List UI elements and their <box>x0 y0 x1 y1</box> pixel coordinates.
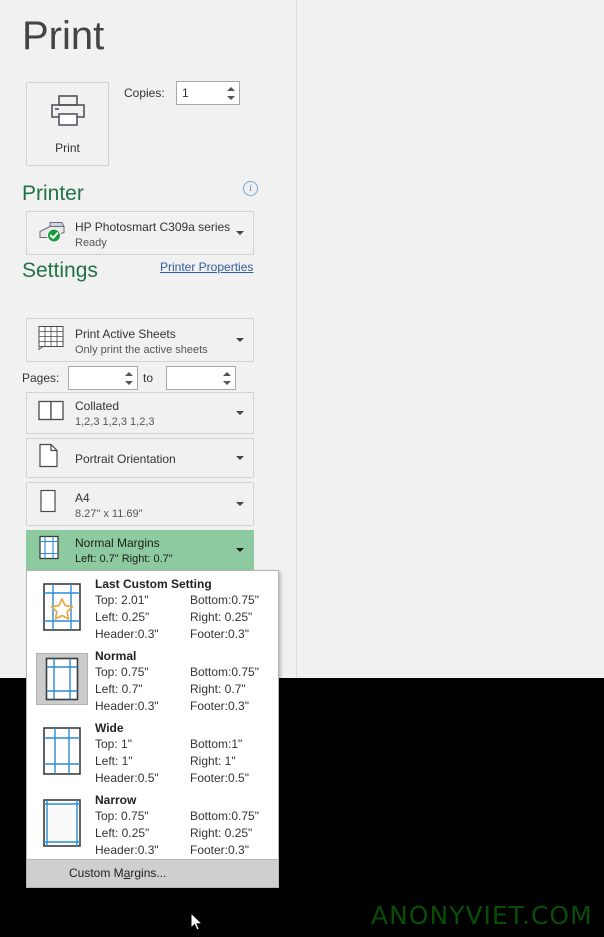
pages-from-stepper[interactable] <box>68 366 138 390</box>
margins-bottom: Bottom:0.75" <box>190 809 259 823</box>
margins-select[interactable]: Normal Margins Left: 0.7" Right: 0.7" <box>26 530 254 570</box>
page-title: Print <box>22 14 104 59</box>
chevron-down-icon <box>236 411 244 415</box>
collation-subtitle: 1,2,3 1,2,3 1,2,3 <box>75 416 155 428</box>
settings-section-heading: Settings <box>22 259 98 283</box>
margins-right: Right: 1" <box>190 754 236 768</box>
pages-to-increment[interactable] <box>221 369 232 378</box>
print-what-select[interactable]: Print Active Sheets Only print the activ… <box>26 318 254 362</box>
margins-preset-name: Narrow <box>95 793 136 807</box>
copies-decrement[interactable] <box>225 93 236 102</box>
copies-input[interactable] <box>180 83 224 103</box>
margins-star-icon <box>36 581 88 633</box>
watermark: ANONYVIET.COM <box>371 901 593 930</box>
sheet-grid-icon <box>37 325 65 356</box>
margins-wide-icon <box>36 725 88 777</box>
margins-top: Top: 2.01" <box>95 593 149 607</box>
margins-footer: Footer:0.3" <box>190 843 249 857</box>
collate-icon <box>37 399 67 428</box>
margins-menu-item[interactable]: Wide Top: 1" Bottom:1" Left: 1" Right: 1" Hea… <box>27 715 278 787</box>
portrait-page-icon <box>37 443 61 474</box>
custom-margins-label: Custom Margins... <box>69 866 166 880</box>
margins-left: Left: 1" <box>95 754 133 768</box>
margins-footer: Footer:0.3" <box>190 699 249 713</box>
pages-to-input[interactable] <box>171 369 221 388</box>
custom-margins-menu-item[interactable]: Custom Margins... <box>27 859 278 887</box>
orientation-title: Portrait Orientation <box>75 452 176 466</box>
margins-preset-name: Wide <box>95 721 124 735</box>
pages-from-increment[interactable] <box>123 369 134 378</box>
paper-size-title: A4 <box>75 491 90 505</box>
margins-bottom: Bottom:0.75" <box>190 665 259 679</box>
print-what-title: Print Active Sheets <box>75 327 176 341</box>
chevron-down-icon <box>236 502 244 506</box>
printer-name: HP Photosmart C309a series <box>75 220 230 234</box>
margins-menu-item[interactable]: Last Custom Setting Top: 2.01" Bottom:0.75… <box>27 571 278 643</box>
margins-top: Top: 0.75" <box>95 665 149 679</box>
paper-size-select[interactable]: A4 8.27" x 11.69" <box>26 482 254 526</box>
margins-top: Top: 1" <box>95 737 132 751</box>
collation-title: Collated <box>75 399 119 413</box>
margins-subtitle: Left: 0.7" Right: 0.7" <box>75 553 173 565</box>
copies-label: Copies: <box>124 86 165 100</box>
orientation-select[interactable]: Portrait Orientation <box>26 438 254 478</box>
margins-footer: Footer:0.5" <box>190 771 249 785</box>
margins-footer: Footer:0.3" <box>190 627 249 641</box>
mouse-cursor <box>190 912 204 937</box>
margins-icon <box>37 535 61 566</box>
margins-preset-name: Last Custom Setting <box>95 577 212 591</box>
margins-bottom: Bottom:0.75" <box>190 593 259 607</box>
print-what-subtitle: Only print the active sheets <box>75 344 208 356</box>
printer-properties-link[interactable]: Printer Properties <box>160 260 253 274</box>
pages-to-label: to <box>143 371 153 385</box>
paper-size-subtitle: 8.27" x 11.69" <box>75 508 143 520</box>
margins-right: Right: 0.25" <box>190 610 252 624</box>
pages-from-input[interactable] <box>73 369 123 388</box>
chevron-down-icon <box>236 456 244 460</box>
printer-select[interactable]: HP Photosmart C309a series Ready <box>26 211 254 255</box>
pages-to-decrement[interactable] <box>221 378 232 387</box>
printer-section-heading: Printer <box>22 182 84 206</box>
margins-menu-item[interactable]: Normal Top: 0.75" Bottom:0.75" Left: 0.7" Ri… <box>27 643 278 715</box>
pages-to-stepper[interactable] <box>166 366 236 390</box>
margins-right: Right: 0.25" <box>190 826 252 840</box>
chevron-down-icon <box>236 338 244 342</box>
print-button[interactable]: Print <box>26 82 109 166</box>
collation-select[interactable]: Collated 1,2,3 1,2,3 1,2,3 <box>26 392 254 434</box>
pages-label: Pages: <box>22 371 59 385</box>
chevron-down-icon <box>236 231 244 235</box>
margins-bottom: Bottom:1" <box>190 737 242 751</box>
margins-title: Normal Margins <box>75 536 160 550</box>
printer-status: Ready <box>75 237 107 249</box>
chevron-down-icon <box>236 548 244 552</box>
margins-dropdown-menu: Last Custom Setting Top: 2.01" Bottom:0.75… <box>26 570 279 888</box>
margins-menu-item[interactable]: Narrow Top: 0.75" Bottom:0.75" Left: 0.25" R… <box>27 787 278 859</box>
margins-left: Left: 0.25" <box>95 826 149 840</box>
printer-icon <box>48 93 88 134</box>
info-icon[interactable]: i <box>243 181 258 196</box>
margins-narrow-icon <box>36 797 88 849</box>
margins-header: Header:0.3" <box>95 843 159 857</box>
margins-right: Right: 0.7" <box>190 682 246 696</box>
margins-header: Header:0.3" <box>95 699 159 713</box>
margins-preset-name: Normal <box>95 649 136 663</box>
printer-device-icon <box>37 219 67 248</box>
pages-from-decrement[interactable] <box>123 378 134 387</box>
margins-normal-icon <box>36 653 88 705</box>
copies-increment[interactable] <box>225 84 236 93</box>
print-preview-pane: of 1 <box>297 0 604 678</box>
margins-left: Left: 0.25" <box>95 610 149 624</box>
print-button-label: Print <box>55 141 80 155</box>
margins-top: Top: 0.75" <box>95 809 149 823</box>
paper-icon <box>37 489 59 520</box>
margins-left: Left: 0.7" <box>95 682 143 696</box>
margins-header: Header:0.5" <box>95 771 159 785</box>
margins-header: Header:0.3" <box>95 627 159 641</box>
